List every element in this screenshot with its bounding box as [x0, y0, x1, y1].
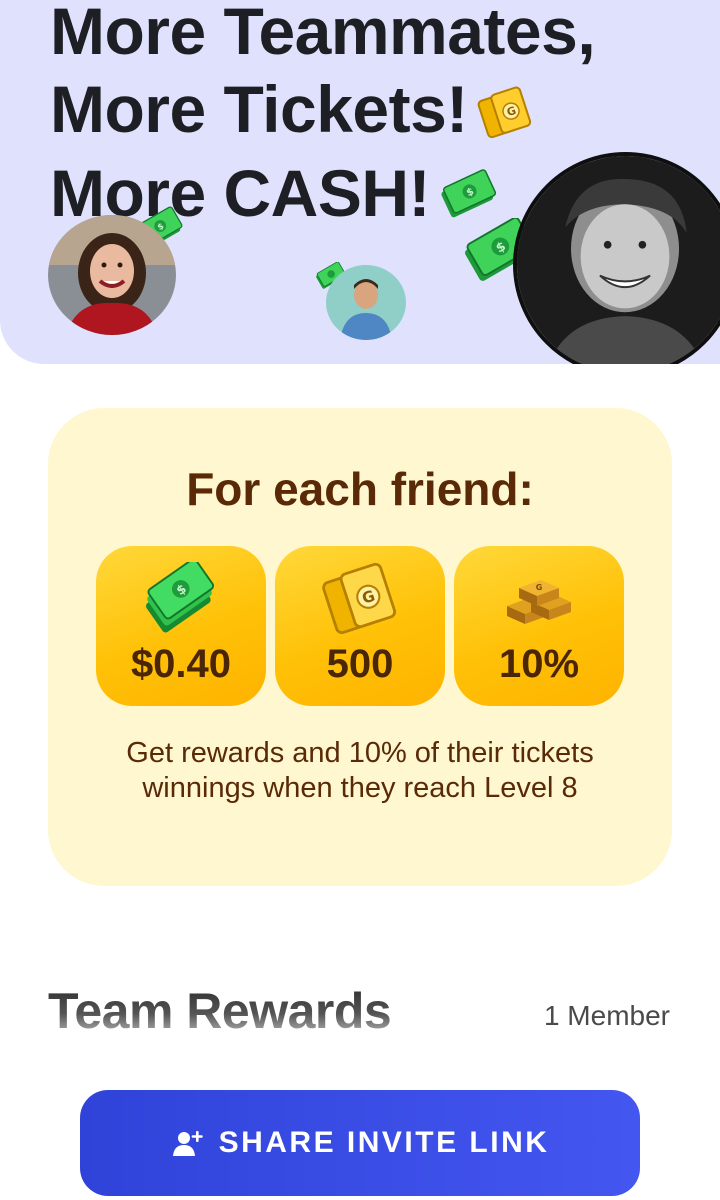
avatar — [48, 215, 176, 335]
hero-line-1: More Teammates, — [50, 0, 596, 68]
add-user-icon — [171, 1128, 205, 1158]
ticket-icon: G — [275, 562, 445, 638]
ticket-icon: G — [476, 76, 534, 154]
team-rewards-title: Team Rewards — [48, 983, 392, 1039]
reward-value-tickets: 500 — [326, 642, 394, 686]
svg-text:G: G — [536, 583, 543, 592]
hero-line-2: More Tickets! G — [50, 70, 595, 154]
share-invite-link-label: SHARE INVITE LINK — [218, 1126, 550, 1159]
reward-tile-percent: G 10% — [454, 546, 624, 706]
reward-title: For each friend: — [186, 463, 534, 515]
reward-card: For each friend: $ $0.40 G 500 G 10% Get… — [48, 408, 672, 886]
reward-tile-cash: $ $0.40 — [96, 546, 266, 706]
avatar — [326, 265, 406, 340]
cash-icon: $ — [96, 562, 266, 638]
share-invite-link-button[interactable]: SHARE INVITE LINK — [80, 1090, 640, 1196]
gold-bars-icon: G — [454, 562, 624, 638]
reward-value-percent: 10% — [498, 642, 580, 686]
reward-value-cash: $0.40 — [130, 642, 232, 686]
reward-description: Get rewards and 10% of their tickets win… — [126, 737, 594, 804]
reward-tile-tickets: G 500 — [275, 546, 445, 706]
member-count: 1 Member — [543, 1000, 670, 1031]
hero-banner: More Teammates, More Tickets! G More CAS… — [0, 0, 720, 364]
hero-title: More Teammates, More Tickets! G More CAS… — [50, 0, 596, 237]
